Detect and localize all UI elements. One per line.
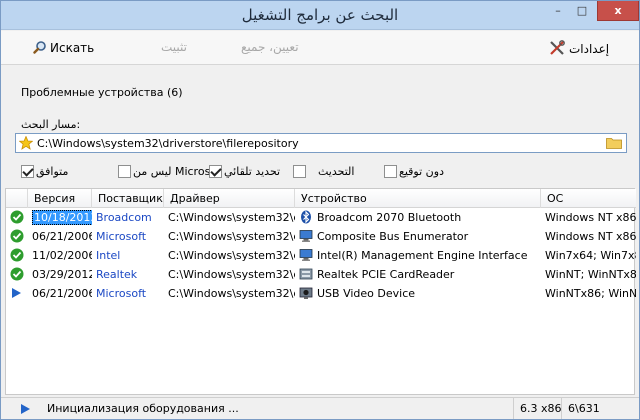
compatible-option[interactable]: متوافق: [21, 165, 70, 179]
search-path-input[interactable]: C:\Windows\system32\driverstore\filerepo…: [15, 133, 627, 153]
column-header-vendor[interactable]: Поставщик: [92, 189, 164, 208]
update-option[interactable]: التحديث: [293, 165, 356, 179]
folder-icon[interactable]: [606, 137, 622, 149]
webcam-icon: [299, 287, 313, 299]
auto-select-label: تحديد تلقائي: [224, 165, 281, 178]
bluetooth-icon: [301, 210, 311, 224]
row-os: WinNTx86; WinNTia64: [545, 287, 636, 300]
compatible-checkbox[interactable]: [21, 165, 34, 178]
row-device: Intel(R) Management Engine Interface: [317, 249, 528, 262]
computer-icon: [299, 249, 313, 261]
not-microsoft-label: ليس من Microsoft: [133, 165, 213, 178]
update-checkbox[interactable]: [293, 165, 306, 178]
status-bar: Инициализация оборудования ... 6.3 x86 6…: [1, 397, 639, 419]
row-driver: C:\Windows\system32\driverstore: [168, 268, 295, 281]
settings-button[interactable]: إعدادات: [549, 40, 609, 58]
status-text: Инициализация оборудования ...: [47, 402, 239, 415]
table-row[interactable]: 03/29/2012 Realtek C:\Windows\system32\d…: [6, 265, 636, 284]
row-version: 11/02/2006: [32, 249, 92, 262]
ok-check-icon: [10, 267, 24, 281]
row-os: Win7x64; Win7x86: [545, 249, 636, 262]
column-header-driver[interactable]: Драйвер: [164, 189, 295, 208]
problem-devices-label: Проблемные устройства (6): [21, 86, 183, 99]
table-row[interactable]: 06/21/2006 Microsoft C:\Windows\system32…: [6, 227, 636, 246]
card-reader-icon: [299, 268, 313, 280]
row-driver: C:\Windows\system32\driverstore: [168, 287, 295, 300]
row-version: 03/29/2012: [32, 268, 92, 281]
maximize-button[interactable]: □: [571, 1, 593, 21]
unsigned-checkbox[interactable]: [384, 165, 397, 178]
app-window: البحث عن برامج التشغيل – □ x Искать تثبي…: [0, 0, 640, 420]
computer-icon: [299, 230, 313, 242]
unsigned-label: دون توقيع: [399, 165, 444, 178]
auto-select-checkbox[interactable]: [209, 165, 222, 178]
row-version: 10/18/2013: [32, 210, 92, 225]
close-button[interactable]: x: [597, 1, 639, 21]
window-title: البحث عن برامج التشغيل: [241, 6, 399, 24]
not-microsoft-checkbox[interactable]: [118, 165, 131, 178]
row-version: 06/21/2006: [32, 287, 92, 300]
driver-list[interactable]: Версия Поставщик Драйвер Устройство OC 1…: [5, 188, 636, 395]
ok-check-icon: [10, 210, 24, 224]
row-device: USB Video Device: [317, 287, 416, 300]
column-header-device[interactable]: Устройство: [295, 189, 541, 208]
row-version: 06/21/2006: [32, 230, 92, 243]
magnifier-icon: [33, 41, 46, 54]
title-bar[interactable]: البحث عن برامج التشغيل – □ x: [1, 1, 639, 30]
search-button[interactable]: Искать: [33, 40, 94, 58]
ok-check-icon: [10, 229, 24, 243]
row-vendor: Broadcom: [96, 211, 152, 224]
search-path-value: C:\Windows\system32\driverstore\filerepo…: [37, 137, 299, 150]
search-button-label: Искать: [50, 41, 95, 55]
compatible-label: متوافق: [36, 165, 69, 178]
table-row[interactable]: 10/18/2013 Broadcom C:\Windows\system32\…: [6, 208, 636, 227]
row-driver: C:\Windows\system32\driverstore: [168, 211, 295, 224]
minimize-button[interactable]: –: [547, 1, 569, 21]
list-header: Версия Поставщик Драйвер Устройство OC: [6, 189, 636, 208]
column-header-version[interactable]: Версия: [28, 189, 92, 208]
row-device: Broadcom 2070 Bluetooth: [317, 211, 462, 224]
row-vendor: Realtek: [96, 268, 138, 281]
row-driver: C:\Windows\system32\driverstore: [168, 249, 295, 262]
row-device: Realtek PCIE CardReader: [317, 268, 455, 281]
column-header-os[interactable]: OC: [541, 189, 636, 208]
play-icon[interactable]: [19, 403, 31, 415]
auto-select-option[interactable]: تحديد تلقائي: [209, 165, 282, 179]
search-panel: Проблемные устройства (6) مسار البحث: C:…: [1, 66, 639, 186]
column-header-status[interactable]: [6, 189, 28, 208]
settings-button-label: إعدادات: [569, 42, 610, 56]
row-vendor: Microsoft: [96, 287, 147, 300]
count-indicator: 6\631: [561, 398, 606, 419]
update-label: التحديث: [318, 165, 355, 178]
row-os: Windows NT x86: [545, 230, 636, 243]
row-vendor: Microsoft: [96, 230, 147, 243]
unsigned-option[interactable]: دون توقيع: [384, 165, 446, 179]
play-icon: [12, 288, 21, 298]
row-vendor: Intel: [96, 249, 121, 262]
ok-check-icon: [10, 248, 24, 262]
row-driver: C:\Windows\system32\driverstore: [168, 230, 295, 243]
row-os: Windows NT x86: [545, 211, 636, 224]
install-button[interactable]: تثبيت: [161, 40, 187, 58]
assign-all-button[interactable]: تعيين، جميع: [241, 40, 299, 58]
table-row[interactable]: 11/02/2006 Intel C:\Windows\system32\dri…: [6, 246, 636, 265]
tools-icon: [550, 40, 565, 55]
table-row[interactable]: 06/21/2006 Microsoft C:\Windows\system32…: [6, 284, 636, 303]
star-icon[interactable]: [19, 136, 33, 150]
not-microsoft-option[interactable]: ليس من Microsoft: [118, 165, 215, 179]
search-path-label: مسار البحث:: [21, 118, 81, 131]
version-indicator: 6.3 x86: [513, 398, 568, 419]
row-os: WinNT; WinNTx86: [545, 268, 636, 281]
row-device: Composite Bus Enumerator: [317, 230, 469, 243]
toolbar: Искать تثبيت تعيين، جميع إعدادات: [1, 31, 639, 65]
